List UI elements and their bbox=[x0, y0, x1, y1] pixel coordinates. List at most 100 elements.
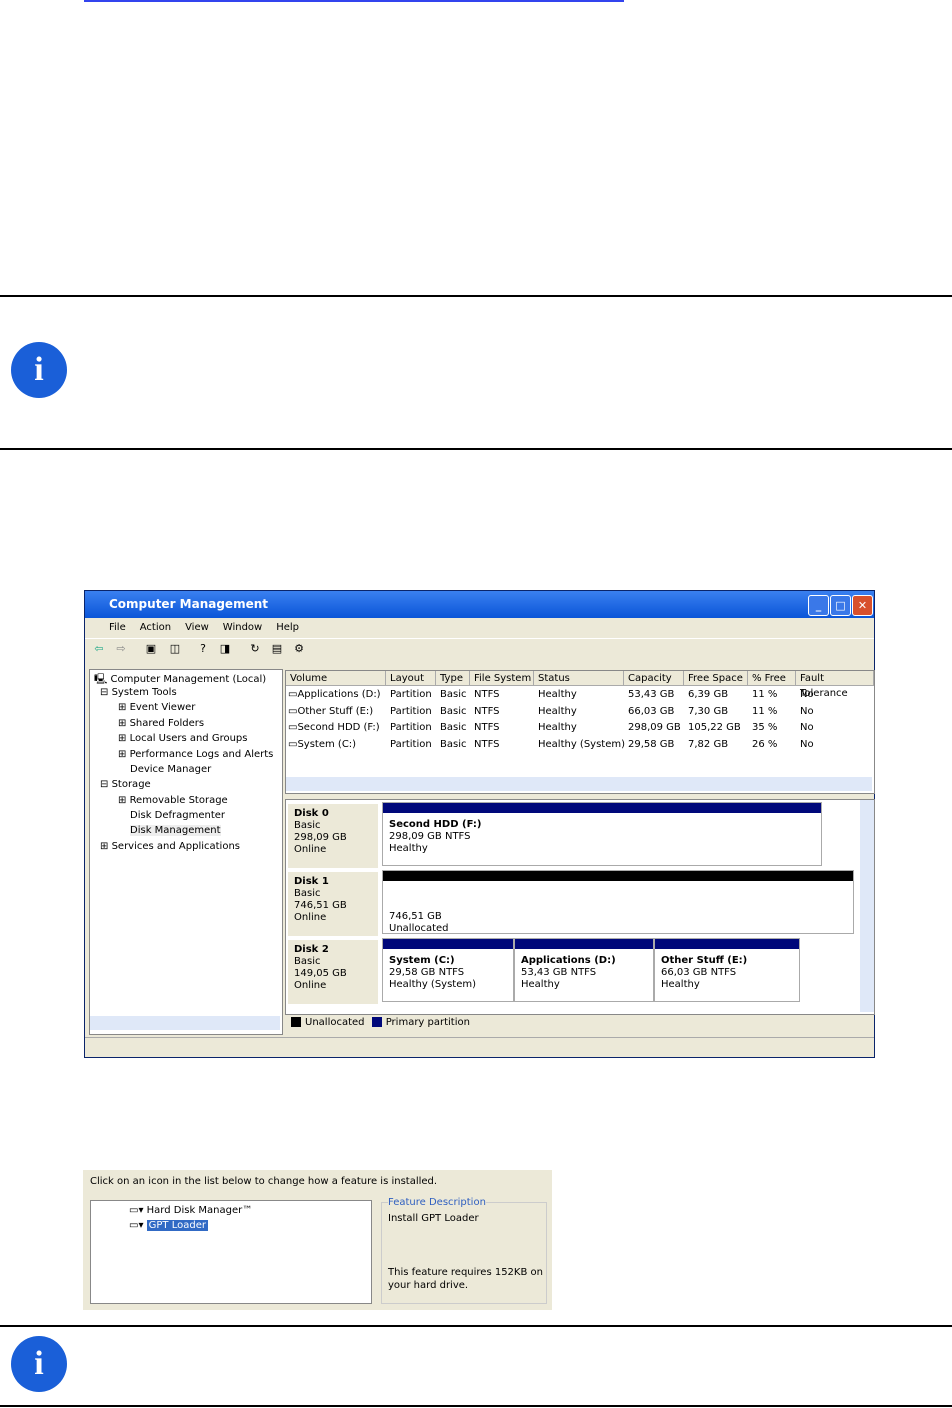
partition-name: Second HDD (F:) bbox=[389, 819, 482, 830]
table-cell: Basic bbox=[440, 689, 467, 700]
volume-name[interactable]: ▭Second HDD (F:) bbox=[288, 722, 380, 733]
desc-text: Install GPT Loader bbox=[388, 1213, 479, 1224]
menu-bar: File Action View Window Help bbox=[85, 618, 874, 638]
disk-size: 149,05 GB bbox=[294, 968, 347, 979]
feature-description: Feature Description Install GPT Loader T… bbox=[381, 1197, 547, 1304]
table-cell: 66,03 GB bbox=[628, 705, 675, 717]
view-icon[interactable]: ◨ bbox=[217, 642, 233, 657]
table-cell: NTFS bbox=[474, 738, 500, 750]
close-button[interactable]: ✕ bbox=[852, 595, 873, 616]
table-cell: Partition bbox=[390, 738, 432, 750]
maximize-button[interactable]: □ bbox=[830, 595, 851, 616]
tree-item[interactable]: ⊞ Shared Folders bbox=[118, 718, 204, 729]
legend: Unallocated Primary partition bbox=[285, 1013, 873, 1033]
tree-item[interactable]: ⊞ Local Users and Groups bbox=[118, 733, 248, 744]
column-header[interactable]: % Free bbox=[748, 671, 796, 686]
table-cell: No bbox=[800, 722, 814, 733]
volume-name[interactable]: ▭Applications (D:) bbox=[288, 689, 381, 700]
disk-type: Basic bbox=[294, 956, 321, 967]
disk-label[interactable]: Disk 1 Basic 746,51 GB Online bbox=[288, 872, 378, 936]
menu-window[interactable]: Window bbox=[223, 622, 262, 633]
partition-size: 298,09 GB NTFS bbox=[389, 831, 471, 842]
disk-label[interactable]: Disk 2 Basic 149,05 GB Online bbox=[288, 940, 378, 1004]
settings-icon[interactable]: ⚙ bbox=[291, 642, 307, 657]
disk-size: 746,51 GB bbox=[294, 900, 347, 911]
column-header[interactable]: Fault Tolerance bbox=[796, 671, 874, 699]
partition-name: System (C:) bbox=[389, 955, 455, 966]
tree-item[interactable]: Disk Defragmenter bbox=[130, 810, 225, 821]
table-cell: 26 % bbox=[752, 738, 778, 750]
disk-scrollbar[interactable] bbox=[860, 800, 874, 1012]
divider bbox=[0, 295, 952, 297]
tree-item[interactable]: Device Manager bbox=[130, 764, 211, 775]
feature-item-selected[interactable]: ▭▾ GPT Loader bbox=[129, 1220, 208, 1231]
disk-state: Online bbox=[294, 980, 327, 991]
column-header[interactable]: File System bbox=[470, 671, 534, 686]
table-cell: No bbox=[800, 689, 814, 700]
tree-item[interactable]: ⊟ Storage bbox=[100, 779, 151, 790]
partition-size: 66,03 GB NTFS bbox=[661, 967, 737, 978]
link-underline[interactable] bbox=[84, 0, 624, 2]
list-scrollbar[interactable] bbox=[286, 777, 872, 791]
partition-block[interactable]: 746,51 GB Unallocated bbox=[382, 870, 854, 934]
forward-icon[interactable]: ⇨ bbox=[113, 642, 129, 657]
column-header[interactable]: Free Space bbox=[684, 671, 748, 686]
column-header[interactable]: Capacity bbox=[624, 671, 684, 686]
table-cell: 35 % bbox=[752, 722, 778, 733]
table-cell: 29,58 GB bbox=[628, 738, 675, 750]
menu-file[interactable]: File bbox=[109, 622, 126, 633]
table-cell: 11 % bbox=[752, 705, 778, 717]
partition-status: Healthy bbox=[389, 843, 428, 854]
disk-name: Disk 2 bbox=[294, 944, 329, 955]
feature-item[interactable]: ▭▾ Hard Disk Manager™ bbox=[129, 1205, 252, 1216]
table-cell: 11 % bbox=[752, 689, 778, 700]
partition-block[interactable]: System (C:) 29,58 GB NTFS Healthy (System) bbox=[382, 938, 514, 1002]
tree-scrollbar[interactable] bbox=[90, 1016, 280, 1030]
column-header[interactable]: Type bbox=[436, 671, 470, 686]
back-icon[interactable]: ⇦ bbox=[91, 642, 107, 657]
toolbar: ⇦ ⇨ ▣ ◫ ? ◨ ↻ ▤ ⚙ bbox=[85, 638, 874, 661]
installer-feature-dialog: Click on an icon in the list below to ch… bbox=[83, 1170, 552, 1310]
table-cell: Basic bbox=[440, 705, 467, 717]
column-header[interactable]: Status bbox=[534, 671, 624, 686]
partition-block[interactable]: Second HDD (F:) 298,09 GB NTFS Healthy bbox=[382, 802, 822, 866]
table-cell: NTFS bbox=[474, 689, 500, 700]
disk-type: Basic bbox=[294, 888, 321, 899]
partition-status: Healthy bbox=[521, 979, 560, 990]
disk-name: Disk 0 bbox=[294, 808, 329, 819]
table-cell: Basic bbox=[440, 722, 467, 733]
volume-name[interactable]: ▭System (C:) bbox=[288, 739, 356, 750]
partition-block[interactable]: Applications (D:) 53,43 GB NTFS Healthy bbox=[514, 938, 654, 1002]
table-cell: 105,22 GB bbox=[688, 722, 741, 733]
disk-label[interactable]: Disk 0 Basic 298,09 GB Online bbox=[288, 804, 378, 868]
properties-icon[interactable]: ▤ bbox=[269, 642, 285, 657]
tree-item-selected[interactable]: Disk Management bbox=[130, 825, 221, 836]
unallocated-swatch bbox=[291, 1017, 301, 1027]
column-header[interactable]: Volume bbox=[286, 671, 386, 686]
partition-block[interactable]: Other Stuff (E:) 66,03 GB NTFS Healthy bbox=[654, 938, 800, 1002]
refresh-icon[interactable]: ↻ bbox=[247, 642, 263, 657]
volume-name[interactable]: ▭Other Stuff (E:) bbox=[288, 706, 373, 717]
column-header[interactable]: Layout bbox=[386, 671, 436, 686]
tree-item[interactable]: ⊞ Event Viewer bbox=[118, 702, 195, 713]
minimize-button[interactable]: _ bbox=[808, 595, 829, 616]
menu-view[interactable]: View bbox=[185, 622, 209, 633]
legend-label: Unallocated bbox=[305, 1017, 365, 1028]
tree-item[interactable]: ⊞ Performance Logs and Alerts bbox=[118, 749, 273, 760]
tree-item[interactable]: ⊞ Services and Applications bbox=[100, 841, 240, 852]
menu-action[interactable]: Action bbox=[140, 622, 171, 633]
table-cell: No bbox=[800, 738, 814, 750]
help-icon[interactable]: ? bbox=[195, 642, 211, 657]
table-cell: Healthy (System) bbox=[538, 738, 626, 750]
show-tree-icon[interactable]: ◫ bbox=[167, 642, 183, 657]
volume-list: Volume Layout Type File System Status Capacit… bbox=[285, 670, 875, 794]
up-folder-icon[interactable]: ▣ bbox=[143, 642, 159, 657]
partition-size: 53,43 GB NTFS bbox=[521, 967, 597, 978]
menu-help[interactable]: Help bbox=[276, 622, 299, 633]
tree-item[interactable]: ⊞ Removable Storage bbox=[118, 795, 228, 806]
table-cell: Partition bbox=[390, 705, 432, 717]
divider bbox=[0, 1405, 952, 1407]
table-cell: Partition bbox=[390, 689, 432, 700]
table-cell: NTFS bbox=[474, 705, 500, 717]
tree-item[interactable]: ⊟ System Tools bbox=[100, 687, 177, 698]
